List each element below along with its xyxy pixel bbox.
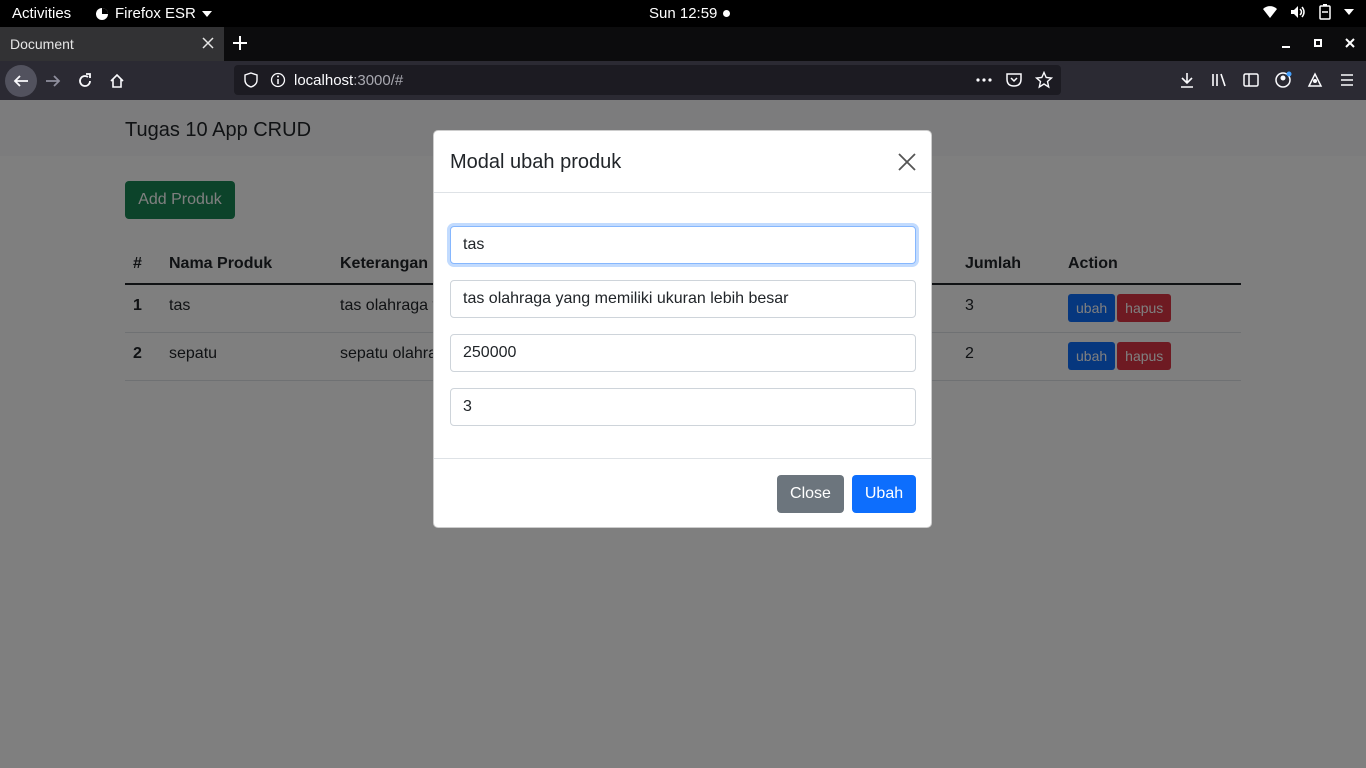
url-bar[interactable]: localhost:3000/# bbox=[234, 65, 1061, 95]
pocket-icon[interactable] bbox=[1005, 71, 1023, 93]
product-quantity-input[interactable] bbox=[450, 388, 916, 426]
sidebar-icon[interactable] bbox=[1242, 71, 1260, 94]
product-price-input[interactable] bbox=[450, 334, 916, 372]
battery-icon bbox=[1318, 4, 1332, 20]
home-icon bbox=[110, 73, 124, 88]
info-icon[interactable] bbox=[270, 72, 286, 92]
close-window-icon[interactable] bbox=[1344, 36, 1356, 54]
back-button[interactable] bbox=[5, 65, 37, 97]
more-options-icon[interactable] bbox=[975, 71, 993, 93]
app-menu[interactable]: Firefox ESR bbox=[95, 5, 212, 22]
close-icon[interactable] bbox=[202, 36, 214, 52]
extension-icon[interactable] bbox=[1306, 71, 1324, 94]
menu-icon[interactable] bbox=[1338, 71, 1356, 94]
clock[interactable]: Sun 12:59 bbox=[649, 5, 731, 22]
home-button[interactable] bbox=[104, 68, 130, 94]
tab-document[interactable]: Document bbox=[0, 27, 224, 61]
new-tab-icon[interactable] bbox=[232, 35, 248, 56]
url-host: localhost bbox=[294, 72, 354, 89]
edit-product-modal: Modal ubah produk Close Ubah bbox=[433, 130, 932, 528]
url-bar-actions bbox=[975, 70, 1054, 93]
firefox-icon bbox=[95, 7, 109, 21]
maximize-icon[interactable] bbox=[1312, 36, 1324, 54]
chevron-down-icon bbox=[201, 10, 212, 17]
tab-title: Document bbox=[10, 36, 74, 52]
app-menu-label: Firefox ESR bbox=[115, 5, 196, 22]
activities-button[interactable]: Activities bbox=[12, 5, 71, 22]
library-icon[interactable] bbox=[1210, 71, 1228, 94]
arrow-right-icon bbox=[46, 75, 61, 87]
close-icon[interactable] bbox=[897, 152, 917, 177]
url-path: :3000/# bbox=[353, 72, 404, 89]
arrow-left-icon bbox=[13, 75, 28, 87]
wifi-icon bbox=[1262, 5, 1278, 19]
reload-button[interactable] bbox=[72, 68, 98, 94]
product-name-input[interactable] bbox=[450, 226, 916, 264]
window-controls bbox=[1280, 36, 1356, 54]
reload-icon bbox=[79, 73, 91, 87]
close-button[interactable]: Close bbox=[777, 475, 844, 513]
modal-footer: Close Ubah bbox=[434, 458, 931, 528]
system-top-bar: Activities Firefox ESR Sun 12:59 bbox=[0, 0, 1366, 27]
shield-icon[interactable] bbox=[244, 72, 258, 92]
forward-button[interactable] bbox=[40, 68, 66, 94]
product-description-input[interactable] bbox=[450, 280, 916, 318]
modal-title: Modal ubah produk bbox=[450, 151, 622, 173]
url-text: localhost:3000/# bbox=[294, 72, 403, 89]
clock-label: Sun 12:59 bbox=[649, 5, 718, 22]
modal-header: Modal ubah produk bbox=[434, 131, 931, 193]
navigation-bar: localhost:3000/# bbox=[0, 61, 1366, 100]
download-icon[interactable] bbox=[1178, 71, 1196, 94]
minimize-icon[interactable] bbox=[1280, 36, 1292, 54]
account-icon[interactable] bbox=[1274, 71, 1292, 94]
system-tray[interactable] bbox=[1262, 4, 1354, 20]
page-content: Tugas 10 App CRUD Add Produk # Nama Prod… bbox=[0, 100, 1366, 768]
volume-icon bbox=[1290, 5, 1306, 19]
tab-strip: Document bbox=[0, 27, 1366, 61]
chevron-down-icon bbox=[1344, 9, 1354, 15]
star-icon[interactable] bbox=[1034, 70, 1054, 93]
update-button[interactable]: Ubah bbox=[852, 475, 916, 513]
notification-dot-icon bbox=[723, 10, 731, 17]
toolbar-right bbox=[1178, 71, 1356, 94]
